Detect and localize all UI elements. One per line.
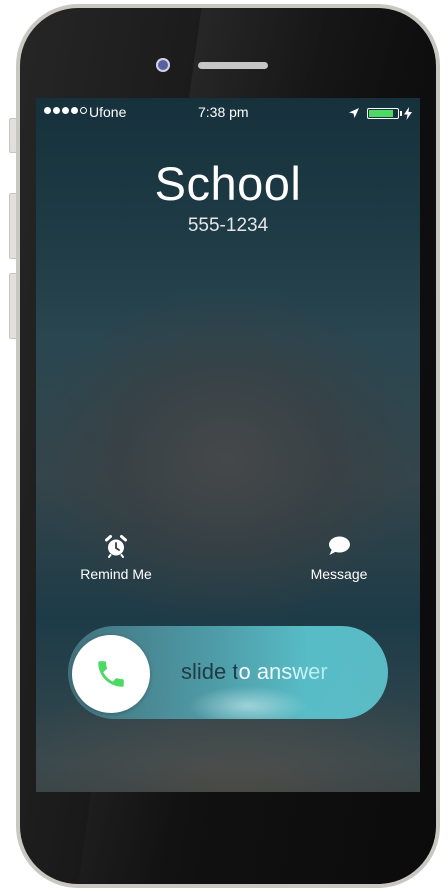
earpiece-speaker — [198, 62, 268, 69]
status-bar: Ufone 7:38 pm — [36, 98, 420, 128]
phone-handset-icon — [98, 661, 124, 687]
message-button[interactable]: Message — [284, 534, 394, 582]
slider-knob[interactable] — [72, 635, 150, 713]
battery-nub — [400, 111, 402, 116]
caller-name: School — [154, 157, 302, 210]
carrier-name: Ufone — [89, 104, 127, 120]
bolt-icon — [404, 107, 412, 120]
message-label: Message — [310, 566, 368, 582]
remind-me-button[interactable]: Remind Me — [61, 534, 171, 582]
location-arrow-icon — [349, 108, 359, 118]
alarm-clock-icon — [105, 535, 127, 558]
remind-me-label: Remind Me — [80, 566, 152, 582]
incoming-call-screen: Ufone 7:38 pm School 555-1234 Remind Me … — [36, 98, 420, 792]
battery-level — [369, 110, 393, 117]
speech-bubble-icon — [329, 536, 350, 555]
caller-number: 555-1234 — [187, 215, 269, 236]
signal-strength-icon — [44, 107, 87, 114]
status-time: 7:38 pm — [198, 104, 249, 120]
slide-to-answer-label: slide to answer — [181, 659, 328, 684]
phone-mockup: Ufone 7:38 pm School 555-1234 Remind Me … — [0, 0, 448, 892]
battery-icon — [367, 108, 399, 119]
front-camera — [156, 58, 170, 72]
slide-to-answer-slider[interactable]: slide to answer — [68, 626, 388, 719]
screen-bottom — [36, 762, 420, 792]
